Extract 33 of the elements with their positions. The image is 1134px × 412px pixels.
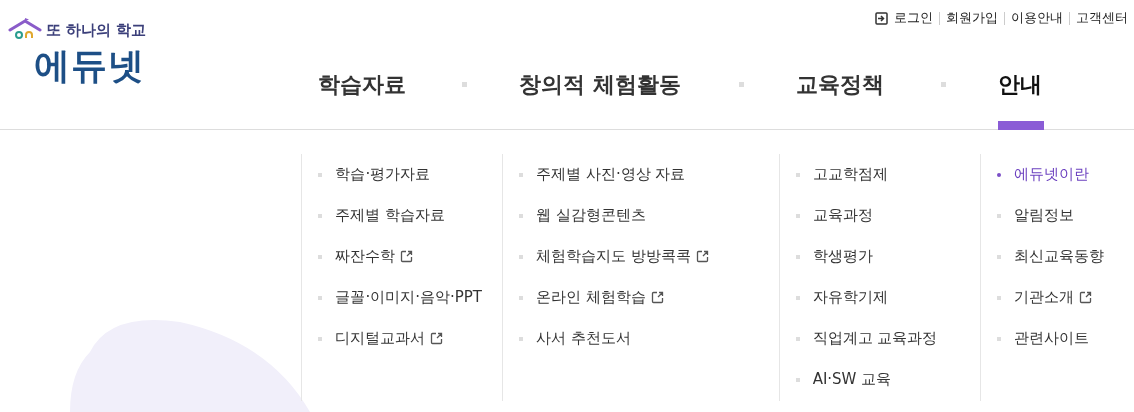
menu-link[interactable]: 관련사이트 — [1014, 329, 1090, 348]
menu-link[interactable]: 체험학습지도 방방콕콕 — [536, 247, 691, 266]
nav-tab[interactable]: 교육정책 — [796, 72, 884, 97]
menu-link[interactable]: 디지털교과서 — [335, 329, 426, 348]
house-icon — [8, 18, 42, 40]
menu-link[interactable]: 직업계고 교육과정 — [812, 329, 938, 348]
menu-link[interactable]: 짜잔수학 — [335, 247, 396, 266]
utility-link[interactable]: 이용안내 — [1011, 9, 1063, 27]
logo-tagline: 또 하나의 학교 — [46, 21, 147, 40]
logo-text[interactable]: 에듀넷 — [34, 42, 145, 91]
menu-link[interactable]: 학습·평가자료 — [335, 165, 431, 184]
menu-link[interactable]: 글꼴·이미지·음악·PPT — [335, 288, 483, 307]
menu-link[interactable]: 사서 추천도서 — [536, 329, 631, 348]
menu-link[interactable]: 알림정보 — [1014, 206, 1075, 225]
menu-link[interactable]: 기관소개 — [1014, 288, 1075, 307]
menu-link[interactable]: 에듀넷이란 — [1014, 165, 1090, 184]
menu-link[interactable]: 주제별 학습자료 — [335, 206, 446, 225]
menu-link[interactable]: 교육과정 — [812, 206, 873, 225]
menu-link[interactable]: 온라인 체험학습 — [536, 288, 646, 307]
utility-link[interactable]: 고객센터 — [1076, 9, 1128, 27]
menu-link[interactable]: 학생평가 — [812, 247, 873, 266]
nav-tab[interactable]: 창의적 체험활동 — [519, 72, 681, 97]
menu-link[interactable]: 웹 실감형콘텐츠 — [536, 206, 646, 225]
nav-tab[interactable]: 학습자료 — [318, 72, 406, 97]
menu-link[interactable]: AI·SW 교육 — [812, 370, 892, 389]
nav-tab[interactable]: 안내 — [998, 72, 1042, 97]
utility-link[interactable]: 회원가입 — [946, 9, 998, 27]
menu-link[interactable]: 최신교육동향 — [1014, 247, 1105, 266]
login-icon — [875, 11, 888, 25]
login-link[interactable]: 로그인 — [894, 9, 933, 27]
menu-link[interactable]: 고교학점제 — [812, 165, 888, 184]
menu-link[interactable]: 주제별 사진·영상 자료 — [536, 165, 686, 184]
menu-link[interactable]: 자유학기제 — [812, 288, 888, 307]
